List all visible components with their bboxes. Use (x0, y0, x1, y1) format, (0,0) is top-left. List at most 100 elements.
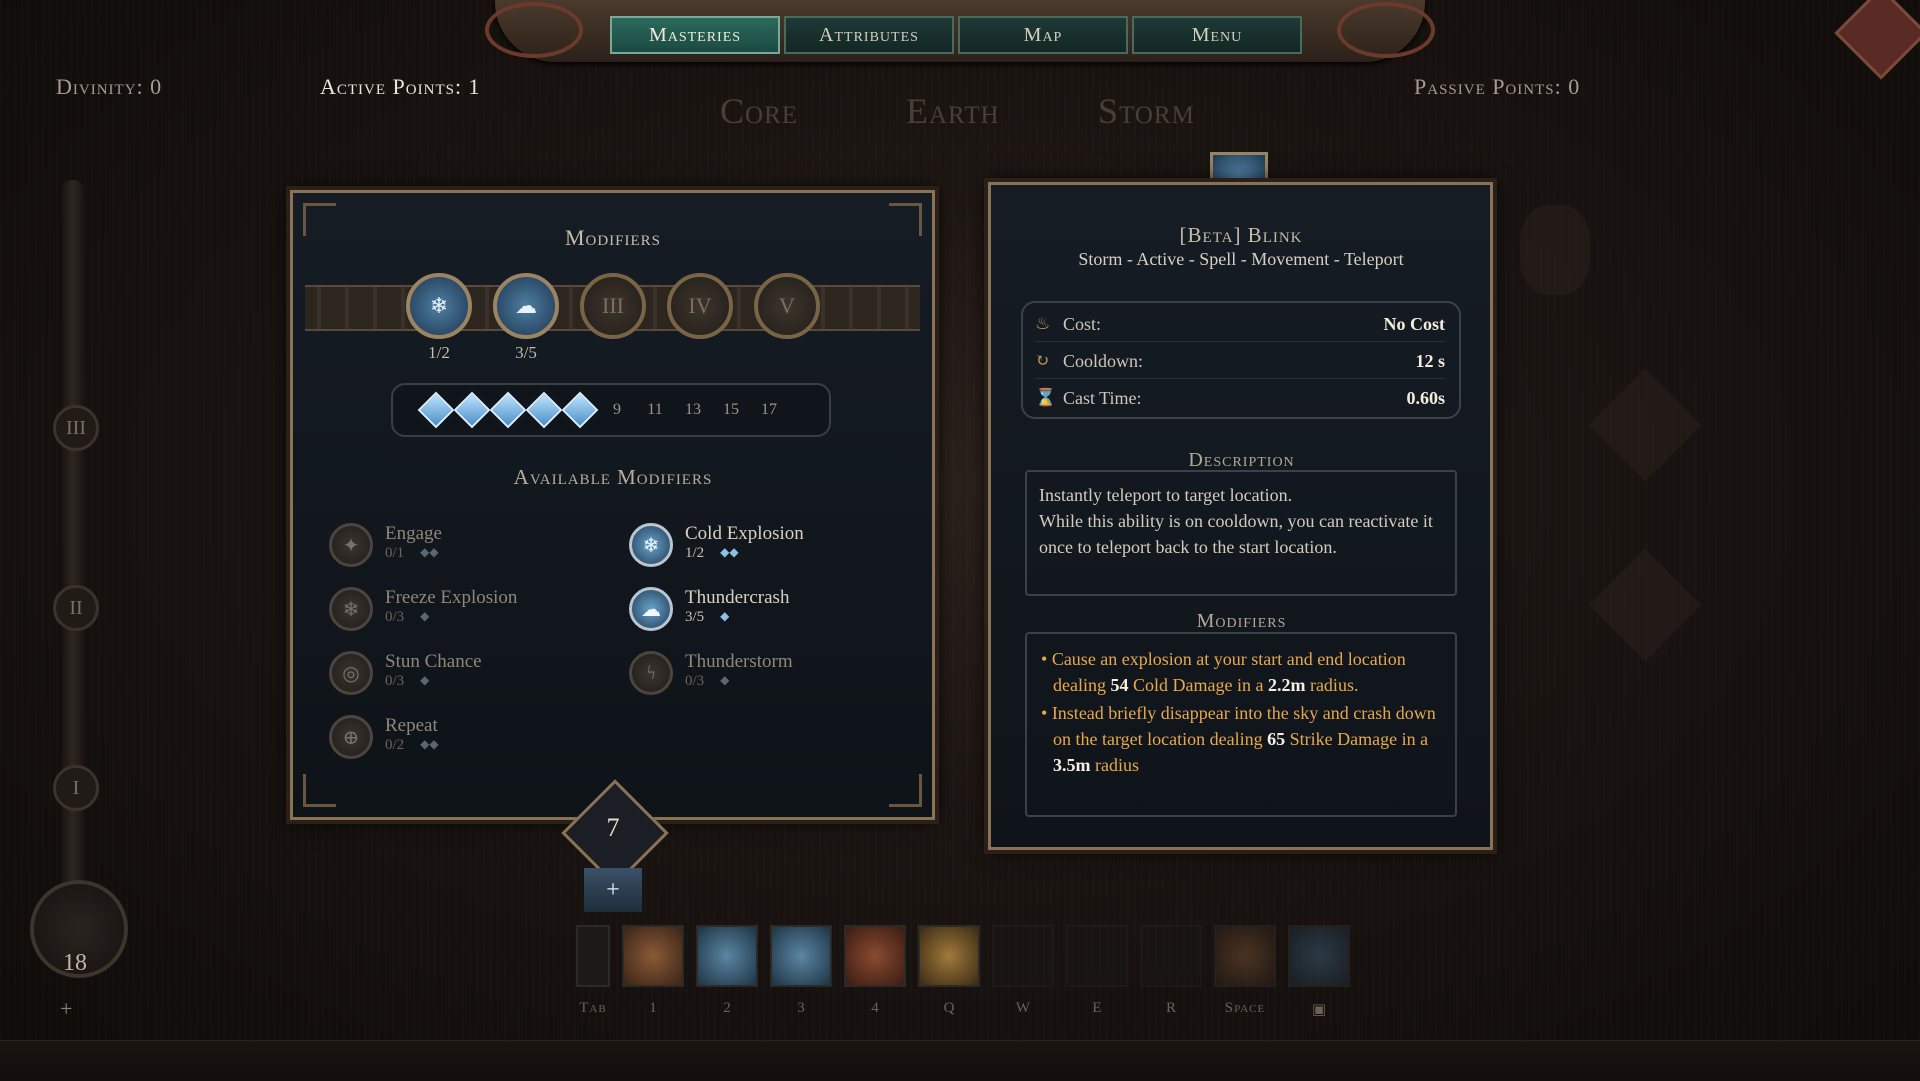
modifier-cost-dots: ◆ (720, 673, 730, 687)
rail-node-3: III (53, 405, 99, 451)
thunder-cloud-icon: ☁ (515, 293, 537, 318)
modifier-name: Freeze Explosion (385, 587, 518, 608)
modifier-repeat[interactable]: ⊕ Repeat 0/2 ◆◆ (329, 715, 609, 771)
stat-label: Cast Time: (1063, 387, 1142, 408)
modifier-name: Repeat (385, 715, 438, 736)
rail-node-1: I (53, 765, 99, 811)
modifier-count: 0/1 (385, 545, 405, 561)
modifier-count: 0/3 (685, 673, 705, 689)
bottom-bar (0, 1040, 1920, 1081)
key-label: R (1165, 1000, 1176, 1016)
key-label: 4 (871, 1000, 879, 1016)
stat-row-cost: ♨ Cost: No Cost (1035, 307, 1445, 342)
ghost-node (1520, 205, 1590, 295)
hotbar-slot-2[interactable] (696, 925, 758, 987)
panel-corner (303, 774, 336, 807)
background (0, 0, 1920, 1080)
modifier-slot-4[interactable]: IV (667, 273, 733, 339)
modifier-slot-3[interactable]: III (580, 273, 646, 339)
active-points-counter: Active Points: 1 (320, 74, 481, 99)
rail-node-2: II (53, 585, 99, 631)
modifier-slot-1[interactable]: ❄ (406, 273, 472, 339)
stat-row-cast-time: ⌛ Cast Time: 0.60s (1035, 381, 1445, 415)
stat-value: 12 s (1415, 350, 1445, 371)
modifier-effects: • Cause an explosion at your start and e… (1025, 632, 1457, 817)
hotbar-slot-space[interactable] (1214, 925, 1276, 987)
snowflake-icon: ❄ (429, 293, 449, 318)
modifier-name: Engage (385, 523, 442, 544)
tab-map[interactable]: Map (958, 16, 1128, 54)
track-number: 17 (761, 401, 777, 418)
hotbar-slot-tab[interactable] (576, 925, 610, 987)
key-label: 2 (723, 1000, 731, 1016)
modifiers-effects-title: Modifiers (1196, 610, 1287, 632)
cost-icon: ♨ (1035, 314, 1051, 333)
stat-label: Cooldown: (1063, 350, 1144, 371)
nav-ornament-right (1337, 2, 1435, 58)
modifier-effect-line: • Cause an explosion at your start and e… (1041, 649, 1406, 695)
modifier-slot-2[interactable]: ☁ (493, 273, 559, 339)
track-number: 15 (723, 401, 739, 418)
modifier-freeze-explosion[interactable]: ❄ Freeze Explosion 0/3 ◆ (329, 587, 609, 643)
hotbar-slot-w[interactable] (992, 925, 1054, 987)
description-title: Description (1188, 449, 1295, 471)
modifier-cost-dots: ◆◆ (720, 545, 739, 559)
repeat-icon: ⊕ (329, 715, 373, 759)
modifier-engage[interactable]: ✦ Engage 0/1 ◆◆ (329, 523, 609, 579)
hotbar-slot-4[interactable] (844, 925, 906, 987)
tree-tab-core[interactable]: Core (720, 90, 798, 132)
modifier-stun-chance[interactable]: ◎ Stun Chance 0/3 ◆ (329, 651, 609, 707)
track-number: 11 (647, 401, 663, 418)
stat-row-cooldown: ↻ Cooldown: 12 s (1035, 344, 1445, 379)
track-number: 9 (613, 401, 621, 418)
point-gem-filled (489, 391, 527, 429)
hotbar-slot-q[interactable] (918, 925, 980, 987)
point-gem-filled (525, 391, 563, 429)
modifiers-title: Modifiers (564, 225, 662, 250)
modifier-slot-5[interactable]: V (754, 273, 820, 339)
available-modifiers-title: Available Modifiers (513, 465, 713, 489)
stat-label: Cost: (1063, 313, 1102, 334)
level-number: 18 (63, 950, 87, 976)
modifier-cost-dots: ◆ (720, 609, 730, 623)
tree-tab-earth[interactable]: Earth (906, 90, 1000, 132)
modifier-count: 1/2 (685, 545, 705, 561)
tab-masteries[interactable]: Masteries (610, 16, 780, 54)
passive-points-counter: Passive Points: 0 (1414, 74, 1581, 99)
hotbar-slot-3[interactable] (770, 925, 832, 987)
key-label: Tab (579, 1000, 607, 1016)
hotbar-slot-mouse[interactable] (1288, 925, 1350, 987)
skill-tags: Storm - Active - Spell - Movement - Tele… (1078, 249, 1404, 269)
modifier-count: 3/5 (685, 609, 705, 625)
engage-icon: ✦ (329, 523, 373, 567)
hourglass-icon: ⌛ (1035, 388, 1057, 407)
tab-attributes[interactable]: Attributes (784, 16, 954, 54)
modifier-name: Cold Explosion (685, 523, 804, 544)
modifier-thunderstorm[interactable]: ϟ Thunderstorm 0/3 ◆ (629, 651, 909, 707)
key-label: 3 (797, 1000, 805, 1016)
rail-plus-button[interactable]: + (60, 996, 72, 1022)
modifier-name: Thundercrash (685, 587, 790, 608)
hotbar-slot-1[interactable] (622, 925, 684, 987)
modifier-count: 0/2 (385, 737, 405, 753)
hotbar-slot-r[interactable] (1140, 925, 1202, 987)
modifier-count: 0/3 (385, 609, 405, 625)
modifier-name: Thunderstorm (685, 651, 793, 672)
tree-tab-storm[interactable]: Storm (1098, 90, 1195, 132)
modifier-cost-dots: ◆◆ (420, 737, 439, 751)
description-text: Instantly teleport to target location. W… (1025, 470, 1457, 596)
modifier-thundercrash[interactable]: ☁ Thundercrash 3/5 ◆ (629, 587, 909, 643)
modifiers-panel: Modifiers ❄ ☁ III IV V 1/2 3/5 9 11 13 1… (290, 190, 935, 820)
point-track: 9 11 13 15 17 (391, 383, 831, 437)
key-label: Space (1224, 1000, 1266, 1016)
skill-name: [Beta] Blink (1179, 223, 1303, 247)
snowflake-icon: ❄ (329, 587, 373, 631)
thunder-cloud-icon: ☁ (629, 587, 673, 631)
add-point-button[interactable]: + (584, 868, 642, 912)
tab-menu[interactable]: Menu (1132, 16, 1302, 54)
hotbar-slot-e[interactable] (1066, 925, 1128, 987)
modifier-cold-explosion[interactable]: ❄ Cold Explosion 1/2 ◆◆ (629, 523, 909, 579)
mouse-icon: ▣ (1311, 1002, 1327, 1018)
stat-value: No Cost (1383, 313, 1446, 334)
track-number: 13 (685, 401, 701, 418)
